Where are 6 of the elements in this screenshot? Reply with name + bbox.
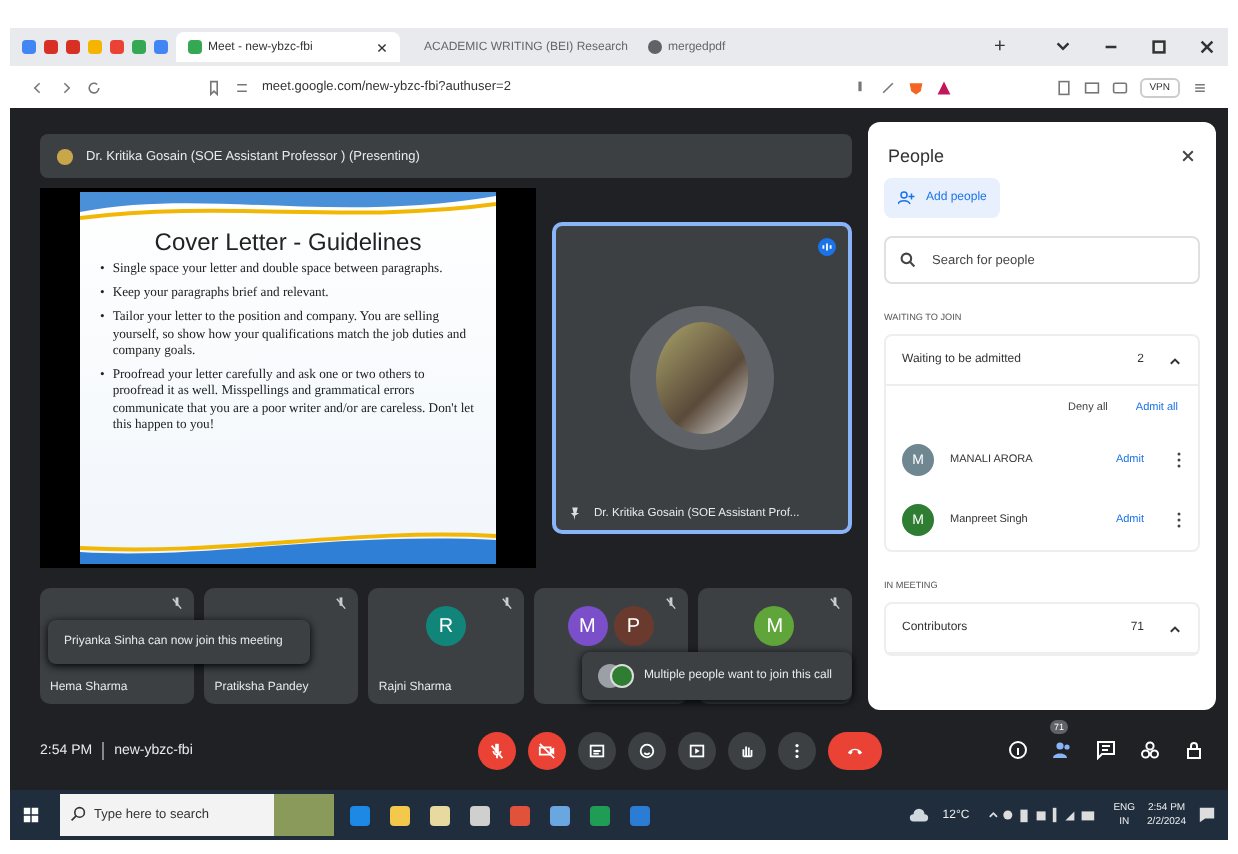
avatar-initial: P [613, 606, 654, 646]
panel-title: People [888, 146, 945, 166]
avatar-initial: R [426, 606, 466, 646]
avatar-initial: M [567, 606, 608, 646]
avatar-initial: M [754, 606, 795, 646]
slide-title: Cover Letter - Guidelines [152, 228, 424, 256]
